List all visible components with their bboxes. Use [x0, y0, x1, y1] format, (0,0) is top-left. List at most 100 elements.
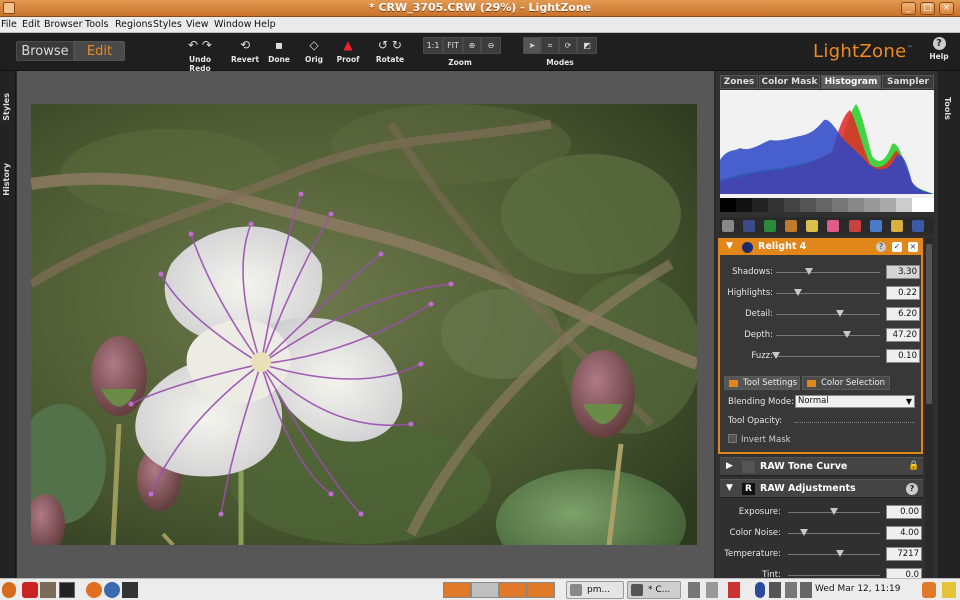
tab-sampler[interactable]: Sampler [882, 75, 934, 89]
terminal-icon[interactable] [122, 582, 138, 598]
depth-slider[interactable] [776, 335, 880, 336]
region-icon[interactable]: ◩ [577, 37, 597, 54]
relight-header[interactable]: ▼ Relight 4 ? ✓ × [720, 240, 921, 255]
orig-button[interactable]: ◇ Orig [302, 37, 326, 64]
tab-color-selection[interactable]: Color Selection [802, 376, 890, 390]
taskbar-task-pm[interactable]: pm... [566, 581, 624, 599]
raw-tone-curve-section[interactable]: ▶ RAW Tone Curve 🔒 [720, 457, 923, 476]
depth-knob[interactable] [843, 331, 851, 338]
tab-zones[interactable]: Zones [720, 75, 758, 89]
channel-mixer-icon[interactable] [869, 220, 882, 232]
workspace-3[interactable] [499, 582, 527, 598]
shadows-slider[interactable] [776, 272, 880, 273]
bluetooth-icon[interactable] [755, 582, 765, 598]
power-icon[interactable] [22, 582, 38, 598]
browse-mode-button[interactable]: Browse [16, 41, 74, 61]
sharpen-icon[interactable] [764, 220, 777, 232]
menu-browser[interactable]: Browser [44, 19, 83, 30]
volume-icon[interactable] [800, 582, 812, 598]
styles-tab[interactable]: Styles [2, 93, 11, 121]
menu-view[interactable]: View [186, 19, 209, 30]
relight-enable-checkbox[interactable]: ✓ [892, 242, 902, 252]
menu-file[interactable]: File [1, 19, 17, 30]
relight-close-icon[interactable]: × [908, 242, 918, 252]
shadows-value[interactable]: 3.30 [886, 265, 920, 279]
undo-redo-button[interactable]: ↶ ↷ Undo Redo [180, 37, 220, 73]
temperature-knob[interactable] [836, 550, 844, 557]
color-balance-icon[interactable] [806, 220, 819, 232]
menu-edit[interactable]: Edit [22, 19, 40, 30]
firefox-icon[interactable] [86, 582, 102, 598]
collapse-triangle-icon[interactable]: ▼ [726, 483, 733, 493]
tint-slider[interactable] [788, 575, 880, 576]
image-canvas[interactable] [17, 71, 714, 578]
zoom-out-icon[interactable]: ⊖ [481, 37, 501, 54]
menu-regions[interactable]: Regions [115, 19, 152, 30]
zoom-1to1-button[interactable]: 1:1 [423, 37, 443, 54]
menu-styles[interactable]: Styles [153, 19, 182, 30]
noise-icon[interactable] [785, 220, 798, 232]
detail-slider[interactable] [776, 314, 880, 315]
tools-scrollbar[interactable] [925, 238, 933, 578]
relight-icon[interactable] [743, 220, 756, 232]
network-icon[interactable] [769, 582, 781, 598]
exposure-value[interactable]: 0.00 [886, 505, 922, 519]
tab-histogram[interactable]: Histogram [821, 75, 881, 89]
workspace-1[interactable] [443, 582, 471, 598]
tool-opacity-slider[interactable] [795, 422, 915, 424]
hue-saturation-icon[interactable] [827, 220, 840, 232]
highlights-knob[interactable] [794, 289, 802, 296]
scrollbar-thumb[interactable] [926, 244, 932, 404]
battery-icon[interactable] [785, 582, 797, 598]
invert-mask-checkbox[interactable]: Invert Mask [728, 434, 791, 445]
tray-power-icon[interactable] [922, 582, 936, 598]
edit-mode-button[interactable]: Edit [74, 41, 125, 61]
color-noise-value[interactable]: 4.00 [886, 526, 922, 540]
tray-notes-icon[interactable] [942, 582, 956, 598]
fuzz-knob[interactable] [772, 352, 780, 359]
expand-triangle-icon[interactable]: ▶ [726, 461, 733, 471]
clone-icon[interactable] [911, 220, 924, 232]
maximize-button[interactable]: □ [920, 2, 935, 15]
rotate-button[interactable]: ↺ ↻ Rotate [374, 37, 406, 64]
clock[interactable]: Wed Mar 12, 11:19 [815, 584, 900, 594]
zoom-in-icon[interactable]: ⊕ [463, 37, 481, 54]
tray-update-icon[interactable] [728, 582, 740, 598]
taskbar-task-lightzone[interactable]: * C... [627, 581, 681, 599]
workspace-2[interactable] [471, 582, 499, 598]
screenshot-icon[interactable] [59, 582, 75, 598]
close-button[interactable]: × [939, 2, 954, 15]
raw-adjustments-section[interactable]: ▼ R RAW Adjustments ? [720, 479, 923, 498]
white-balance-icon[interactable] [848, 220, 861, 232]
tab-tool-settings[interactable]: Tool Settings [724, 376, 800, 390]
depth-value[interactable]: 47.20 [886, 328, 920, 342]
arrow-pointer-icon[interactable]: ➤ [523, 37, 541, 54]
zone-mapper-icon[interactable] [722, 220, 734, 232]
exposure-knob[interactable] [830, 508, 838, 515]
tray-clipboard-icon[interactable] [706, 582, 718, 598]
done-button[interactable]: ▪ Done [266, 37, 292, 64]
zoom-fit-button[interactable]: FIT [443, 37, 463, 54]
invert-mask-box[interactable] [728, 434, 737, 443]
tray-app-icon[interactable] [688, 582, 700, 598]
detail-knob[interactable] [836, 310, 844, 317]
minimize-button[interactable]: _ [901, 2, 916, 15]
raw-help-icon[interactable]: ? [906, 483, 918, 495]
proof-button[interactable]: ▲ Proof [334, 37, 362, 64]
photo[interactable] [31, 104, 697, 545]
crop-icon[interactable]: ⌗ [541, 37, 559, 54]
fuzz-slider[interactable] [776, 356, 880, 357]
fuzz-value[interactable]: 0.10 [886, 349, 920, 363]
filter-icon[interactable] [890, 220, 903, 232]
color-noise-knob[interactable] [800, 529, 808, 536]
relight-help-icon[interactable]: ? [876, 242, 886, 252]
tools-tab[interactable]: Tools [943, 97, 952, 120]
collapse-triangle-icon[interactable]: ▼ [726, 241, 733, 251]
revert-button[interactable]: ⟲ Revert [230, 37, 260, 64]
menu-window[interactable]: Window [214, 19, 251, 30]
highlights-slider[interactable] [776, 293, 880, 294]
menu-tools[interactable]: Tools [85, 19, 108, 30]
highlights-value[interactable]: 0.22 [886, 286, 920, 300]
help-button[interactable]: ? Help [928, 37, 950, 61]
temperature-value[interactable]: 7217 [886, 547, 922, 561]
